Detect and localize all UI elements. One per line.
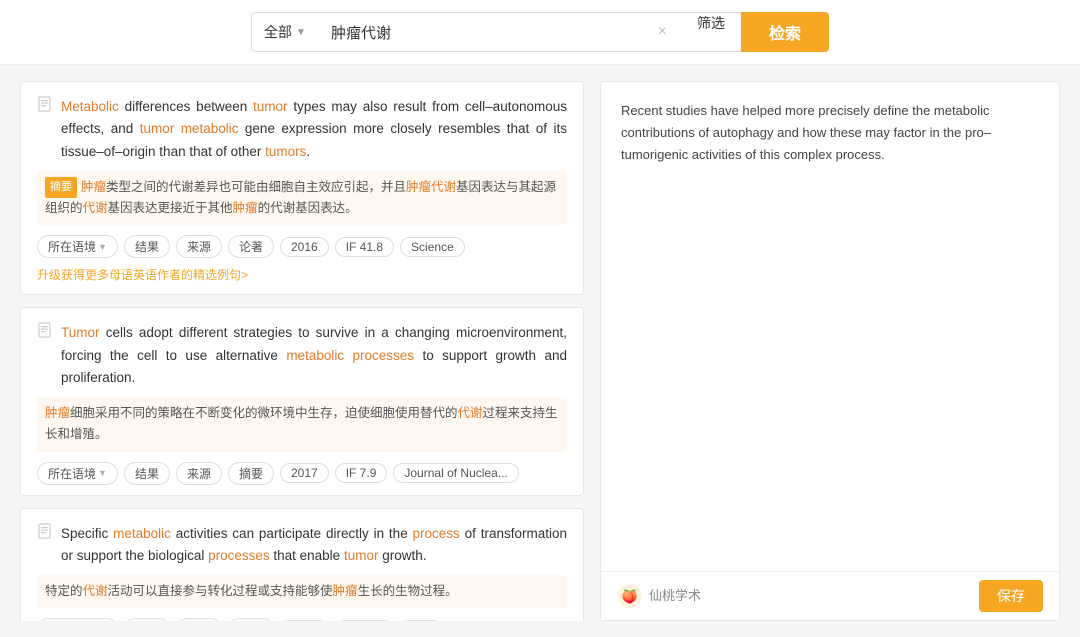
tags-row: 所在语境 ▼ 结果 来源 摘要 2017 IF 7.9 Journal of N… [37,462,567,485]
detail-panel: Recent studies have helped more precisel… [600,81,1060,621]
tag-journal[interactable]: Cell [400,620,443,621]
tag-abstract[interactable]: 摘要 [124,618,170,621]
logo-text: 仙桃学术 [649,585,701,607]
upgrade-link[interactable]: 升级获得更多母语英语作者的精选例句> [37,266,248,283]
search-button[interactable]: 检索 [741,12,829,52]
result-en-text: Specific metabolic activities can partic… [37,523,567,568]
result-item: Metabolic differences between tumor type… [20,81,584,295]
tag-journal[interactable]: Science [400,237,465,257]
results-column: Metabolic differences between tumor type… [20,81,584,621]
highlight-tumors: tumors [265,144,306,159]
search-bar: 全部 ▼ × 筛选 检索 [0,0,1080,65]
doc-icon [37,96,55,114]
result-cn-text: 摘要肿瘤类型之间的代谢差异也可能由细胞自主效应引起，并且肿瘤代谢基因表达与其起源… [37,171,567,226]
result-item: Tumor cells adopt different strategies t… [20,307,584,495]
highlight-tumor: tumor [344,548,379,563]
tag-result[interactable]: 结果 [124,462,170,485]
search-scope-selector[interactable]: 全部 ▼ [251,12,321,52]
en-text-span: Metabolic differences between tumor type… [61,99,567,159]
summary-tag: 摘要 [45,177,77,198]
tag-source[interactable]: 来源 [176,618,222,621]
main-content: Metabolic differences between tumor type… [0,65,1080,637]
tag-paper-type[interactable]: 论著 [228,235,274,258]
tags-row: 所在语境 ▼ 摘要 来源 综述 2017 IF 38.6 Cell [37,618,567,621]
result-en-text: Metabolic differences between tumor type… [37,96,567,163]
logo-icon: 🍑 [617,583,643,609]
tag-context[interactable]: 所在语境 ▼ [37,618,118,621]
result-cn-text: 特定的代谢活动可以直接参与转化过程或支持能够使肿瘤生长的生物过程。 [37,575,567,608]
cn-highlight-metabolism: 代谢 [458,406,483,420]
tag-arrow: ▼ [98,242,107,252]
en-text-span: Specific metabolic activities can partic… [61,526,567,563]
highlight-processes: processes [208,548,270,563]
result-item: Specific metabolic activities can partic… [20,508,584,621]
save-button[interactable]: 保存 [979,580,1043,612]
chevron-down-icon: ▼ [296,27,306,38]
highlight-metabolic-processes: metabolic processes [286,348,414,363]
tag-arrow: ▼ [98,468,107,478]
doc-icon [37,322,55,340]
cn-highlight-tumor: 肿瘤 [45,406,70,420]
highlight-tumor: Tumor [61,325,100,340]
result-cn-text: 肿瘤细胞采用不同的策略在不断变化的微环境中生存，迫使细胞使用替代的代谢过程来支持… [37,397,567,452]
cn-highlight-metabolism: 代谢 [83,584,108,598]
result-en-text: Tumor cells adopt different strategies t… [37,322,567,389]
filter-button[interactable]: 筛选 [681,12,741,52]
highlight-metabolic2: metabolic [181,121,239,136]
cn-highlight-1: 肿瘤 [81,180,106,194]
search-input-wrapper: × [321,12,681,52]
tag-if[interactable]: IF 7.9 [335,463,388,483]
scope-label: 全部 [264,22,292,42]
cn-highlight-3: 代谢 [83,201,108,215]
tags-row: 所在语境 ▼ 结果 来源 论著 2016 IF 41.8 Science [37,235,567,258]
search-input[interactable] [331,24,654,41]
tag-abstract[interactable]: 摘要 [228,462,274,485]
logo-area: 🍑 仙桃学术 [617,583,701,609]
cn-highlight-4: 肿瘤 [233,201,258,215]
tag-source[interactable]: 来源 [176,462,222,485]
tag-result[interactable]: 结果 [124,235,170,258]
highlight-metabolic: Metabolic [61,99,119,114]
tag-year[interactable]: 2017 [280,620,329,621]
tag-year[interactable]: 2017 [280,463,329,483]
tag-source[interactable]: 来源 [176,235,222,258]
doc-icon [37,523,55,541]
highlight-tumor2: tumor [140,121,175,136]
cn-highlight-2: 肿瘤代谢 [406,180,456,194]
tag-review[interactable]: 综述 [228,618,274,621]
tag-if[interactable]: IF 38.6 [335,620,394,621]
tag-context[interactable]: 所在语境 ▼ [37,462,118,485]
detail-text: Recent studies have helped more precisel… [621,100,1039,166]
highlight-metabolic: metabolic [113,526,171,541]
en-text-span: Tumor cells adopt different strategies t… [61,325,567,385]
clear-icon[interactable]: × [654,23,671,41]
tag-journal[interactable]: Journal of Nuclea... [393,463,518,483]
cn-highlight-tumor: 肿瘤 [333,584,358,598]
tag-year[interactable]: 2016 [280,237,329,257]
tag-if[interactable]: IF 41.8 [335,237,394,257]
highlight-process: process [413,526,460,541]
highlight-tumor1: tumor [253,99,288,114]
svg-text:🍑: 🍑 [622,589,638,604]
tag-context[interactable]: 所在语境 ▼ [37,235,118,258]
